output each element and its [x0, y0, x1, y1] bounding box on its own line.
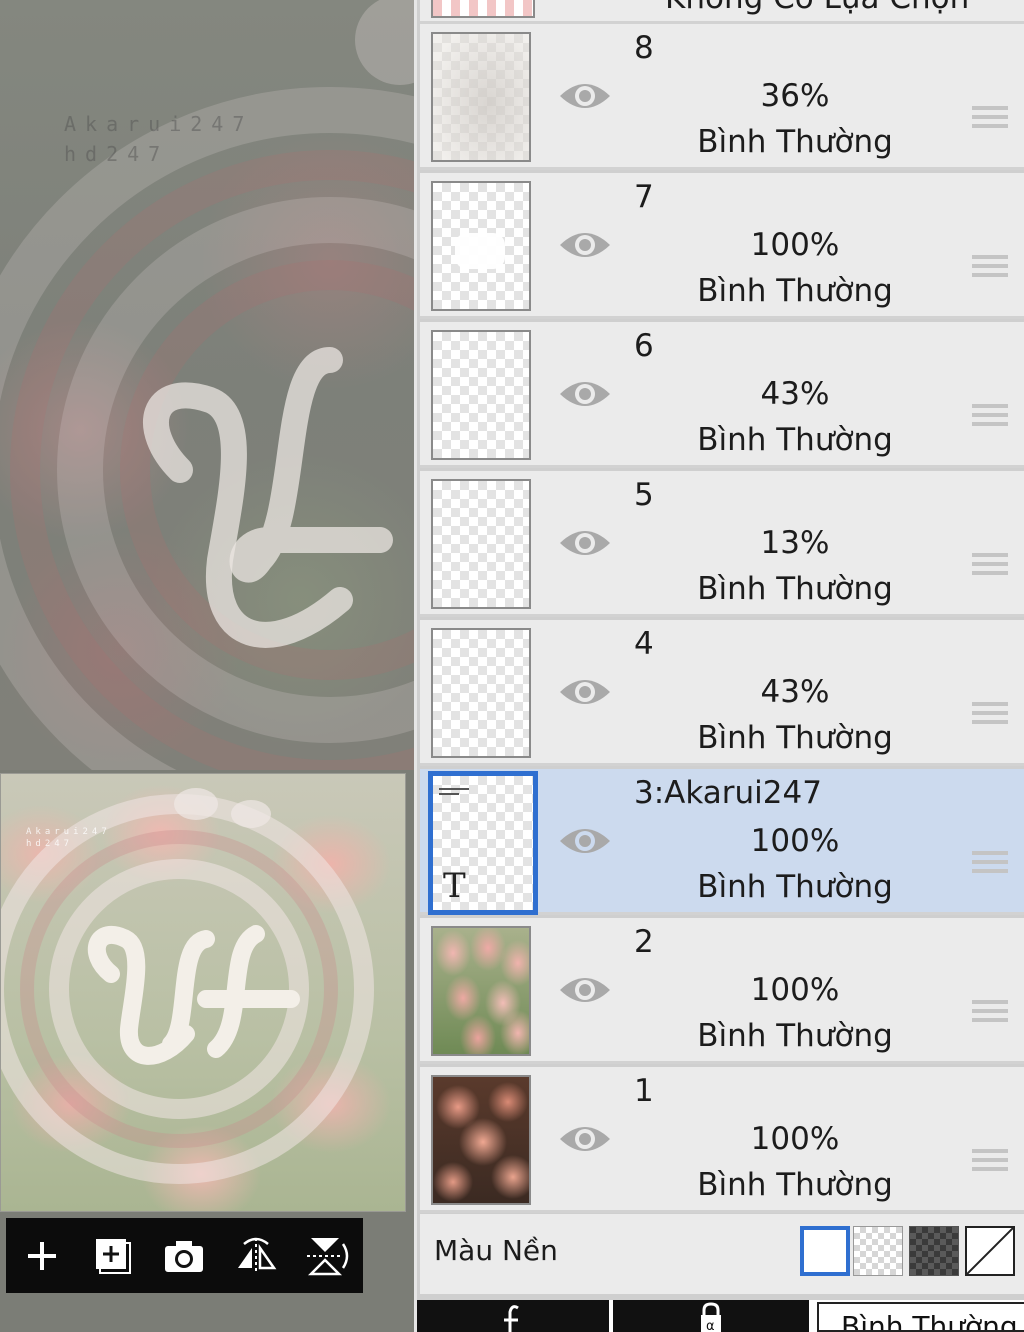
camera-button[interactable] — [158, 1230, 210, 1282]
swatch-none[interactable] — [965, 1226, 1015, 1276]
layer-blend-mode[interactable]: Bình Thường — [660, 869, 930, 905]
layer-row-4[interactable]: 4 43% Bình Thường — [420, 620, 1024, 766]
clipping-button[interactable] — [417, 1300, 609, 1332]
layer-blend-mode[interactable]: Bình Thường — [660, 1167, 930, 1203]
add-layer-button[interactable] — [16, 1230, 68, 1282]
add-layer-icon — [96, 1238, 132, 1274]
blend-mode-select[interactable]: Bình Thường — [817, 1302, 1024, 1332]
layer-thumbnail-partial — [431, 0, 535, 18]
flip-horizontal-button[interactable] — [230, 1230, 282, 1282]
layer-name: 6 — [634, 328, 654, 364]
layer-thumbnail — [431, 926, 531, 1056]
layer-thumbnail-text: T — [428, 771, 538, 915]
layer-name: 7 — [634, 179, 654, 215]
eye-icon[interactable] — [557, 225, 613, 265]
lock-button[interactable]: α — [613, 1300, 809, 1332]
swatch-dark-checker[interactable] — [909, 1226, 959, 1276]
layer-name: 8 — [634, 30, 654, 66]
layer-blend-mode[interactable]: Bình Thường — [660, 273, 930, 309]
drag-handle-icon[interactable] — [972, 1149, 1008, 1179]
lock-alpha-icon: α — [701, 1302, 721, 1332]
drag-handle-icon[interactable] — [972, 255, 1008, 285]
flip-vertical-icon — [307, 1237, 349, 1275]
eye-icon[interactable] — [557, 821, 613, 861]
layer-name: 3:Akarui247 — [634, 775, 822, 811]
preview-watermark-2: hd247 — [26, 839, 73, 849]
layer-row-8[interactable]: 8 36% Bình Thường — [420, 24, 1024, 170]
layers-panel: Không Có Lựa Chọn 8 36% Bình Thường 7 10… — [414, 0, 1024, 1332]
layer-blend-mode[interactable]: Bình Thường — [660, 1018, 930, 1054]
drag-handle-icon[interactable] — [972, 1000, 1008, 1030]
swatch-transparent[interactable] — [853, 1226, 903, 1276]
text-layer-icon: T — [443, 866, 466, 906]
preview-overlay-art: Akarui247 hd247 — [1, 788, 374, 1184]
flip-horizontal-icon — [237, 1237, 277, 1274]
canvas-zoom-view[interactable]: Akarui247 hd247 — [0, 0, 414, 770]
layer-thumbnail — [431, 1075, 531, 1205]
preview-watermark-1: Akarui247 — [26, 827, 111, 837]
watermark-text-1: Akarui247 — [64, 112, 254, 136]
layer-row-1[interactable]: 1 100% Bình Thường — [420, 1067, 1024, 1213]
layer-blend-mode[interactable]: Bình Thường — [660, 720, 930, 756]
drag-handle-icon[interactable] — [972, 553, 1008, 583]
eye-icon[interactable] — [557, 970, 613, 1010]
drag-handle-icon[interactable] — [972, 106, 1008, 136]
layer-thumbnail — [431, 628, 531, 758]
diagonal-slash-icon — [967, 1228, 1013, 1274]
layer-thumbnail — [431, 479, 531, 609]
layer-row-6[interactable]: 6 43% Bình Thường — [420, 322, 1024, 468]
flip-vertical-button[interactable] — [301, 1230, 353, 1282]
layer-row-partial[interactable]: Không Có Lựa Chọn — [420, 0, 1024, 24]
layer-blend-mode[interactable]: Bình Thường — [660, 124, 930, 160]
layer-toolbar — [6, 1218, 363, 1293]
layer-blend-mode[interactable]: Bình Thường — [660, 422, 930, 458]
layer-opacity[interactable]: 100% — [680, 1121, 910, 1157]
canvas-preview[interactable]: Akarui247 hd247 — [0, 773, 406, 1212]
background-color-label: Màu Nền — [434, 1234, 558, 1267]
layer-opacity[interactable]: 100% — [680, 227, 910, 263]
svg-text:α: α — [706, 1319, 715, 1332]
swatch-white[interactable] — [800, 1226, 850, 1276]
layer-thumbnail — [431, 330, 531, 460]
layer-opacity[interactable]: 43% — [680, 674, 910, 710]
layer-name: 5 — [634, 477, 654, 513]
layer-name: 1 — [634, 1073, 654, 1109]
plus-icon — [27, 1241, 56, 1270]
layer-opacity[interactable]: 43% — [680, 376, 910, 412]
layer-thumbnail — [431, 181, 531, 311]
layer-opacity[interactable]: 100% — [680, 823, 910, 859]
layer-opacity[interactable]: 36% — [680, 78, 910, 114]
layer-name: 2 — [634, 924, 654, 960]
layer-row-5[interactable]: 5 13% Bình Thường — [420, 471, 1024, 617]
eye-icon[interactable] — [557, 1119, 613, 1159]
layer-row-2[interactable]: 2 100% Bình Thường — [420, 918, 1024, 1064]
eye-icon[interactable] — [557, 374, 613, 414]
bottom-bar: α Bình Thường — [417, 1300, 1024, 1332]
eye-icon[interactable] — [557, 523, 613, 563]
background-color-row: Màu Nền — [420, 1214, 1024, 1294]
drag-handle-icon[interactable] — [972, 404, 1008, 434]
layer-row-7[interactable]: 7 100% Bình Thường — [420, 173, 1024, 319]
clip-f-icon — [504, 1305, 519, 1332]
camera-icon — [165, 1240, 204, 1272]
watermark-text-2: hd247 — [64, 142, 170, 166]
duplicate-layer-button[interactable] — [87, 1230, 139, 1282]
blend-mode-value: Bình Thường — [841, 1310, 1018, 1332]
layer-partial-label: Không Có Lựa Chọn — [665, 0, 969, 16]
layer-row-3-selected[interactable]: T 3:Akarui247 100% Bình Thường — [420, 769, 1024, 915]
drag-handle-icon[interactable] — [972, 702, 1008, 732]
eye-icon[interactable] — [557, 672, 613, 712]
layer-thumbnail — [431, 32, 531, 162]
layer-opacity[interactable]: 100% — [680, 972, 910, 1008]
layer-blend-mode[interactable]: Bình Thường — [660, 571, 930, 607]
canvas-area[interactable]: Akarui247 hd247 Akarui247 hd247 — [0, 0, 414, 1332]
drag-handle-icon[interactable] — [972, 851, 1008, 881]
layer-opacity[interactable]: 13% — [680, 525, 910, 561]
eye-icon[interactable] — [557, 76, 613, 116]
layer-name: 4 — [634, 626, 654, 662]
